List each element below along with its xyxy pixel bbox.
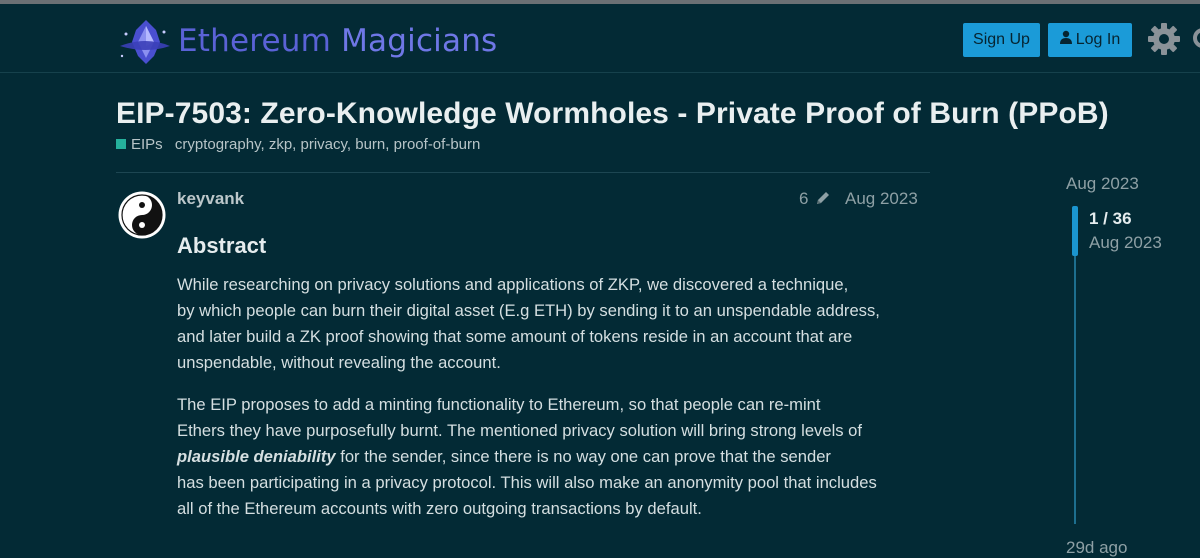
tag-burn[interactable]: burn — [355, 136, 385, 153]
timeline-end-date[interactable]: 29d ago — [1066, 538, 1127, 558]
post-paragraph-2: The EIP proposes to add a minting functi… — [177, 392, 937, 522]
tag-cryptography[interactable]: cryptography — [175, 136, 261, 153]
paragraph-line: plausible deniability for the sender, si… — [177, 444, 937, 470]
tag-privacy[interactable]: privacy — [301, 136, 347, 153]
timeline-handle[interactable] — [1072, 206, 1078, 256]
logo-word-ethereum: Ethereum — [178, 23, 332, 59]
timeline-position: 1 / 36 — [1089, 209, 1132, 228]
paragraph-line: Ethers they have purposefully burnt. The… — [177, 421, 863, 440]
topic-title[interactable]: EIP-7503: Zero-Knowledge Wormholes - Pri… — [116, 97, 1109, 131]
post-heading: Abstract — [177, 233, 267, 258]
gear-icon[interactable] — [1147, 22, 1181, 56]
paragraph-line: and later build a ZK proof showing that … — [177, 327, 853, 346]
tag-proof-of-burn[interactable]: proof-of-burn — [394, 136, 481, 153]
tag-separator: , — [346, 136, 352, 153]
tag-zkp[interactable]: zkp — [269, 136, 292, 153]
sign-up-button[interactable]: Sign Up — [963, 23, 1040, 57]
pencil-icon — [817, 192, 830, 204]
user-icon — [1059, 23, 1072, 57]
site-logo[interactable]: Ethereum Magicians — [116, 18, 497, 64]
edit-count: 6 — [799, 189, 809, 208]
category-link-eips[interactable]: EIPs — [131, 136, 163, 153]
timeline-start-date[interactable]: Aug 2023 — [1066, 174, 1139, 194]
paragraph-line: While researching on privacy solutions a… — [177, 275, 849, 294]
yin-yang-avatar-icon — [118, 191, 166, 239]
log-in-label: Log In — [1075, 31, 1121, 49]
paragraph-line: The EIP proposes to add a minting functi… — [177, 395, 821, 414]
partial-icon-edge[interactable] — [1193, 28, 1200, 48]
logo-word-magicians: Magicians — [341, 23, 498, 59]
logo-text: Ethereum Magicians — [178, 23, 497, 59]
paragraph-line: unspendable, without revealing the accou… — [177, 353, 501, 372]
post-username[interactable]: keyvank — [177, 189, 244, 209]
post-date[interactable]: Aug 2023 — [845, 189, 918, 209]
log-in-button[interactable]: Log In — [1048, 23, 1132, 57]
tag-separator: , — [292, 136, 297, 153]
edit-history-button[interactable]: 6 — [799, 189, 831, 209]
category-color-square — [116, 139, 126, 149]
timeline-current-date: Aug 2023 — [1089, 233, 1162, 252]
tag-separator: , — [385, 136, 390, 153]
paragraph-line: all of the Ethereum accounts with zero o… — [177, 499, 702, 518]
paragraph-line: by which people can burn their digital a… — [177, 301, 880, 320]
wizard-hat-logo-icon — [120, 20, 170, 64]
site-header: Ethereum Magicians Sign Up Log In — [0, 4, 1200, 73]
paragraph-line: has been participating in a privacy prot… — [177, 473, 877, 492]
paragraph-text: for the sender, since there is no way on… — [335, 447, 831, 466]
emphasized-text: plausible deniability — [177, 447, 336, 466]
post-paragraph-1: While researching on privacy solutions a… — [177, 272, 937, 376]
topic-tags: EIPs cryptography, zkp, privacy, burn, p… — [116, 136, 480, 153]
tag-separator: , — [260, 136, 265, 153]
title-divider — [116, 172, 930, 173]
avatar[interactable] — [118, 191, 166, 239]
